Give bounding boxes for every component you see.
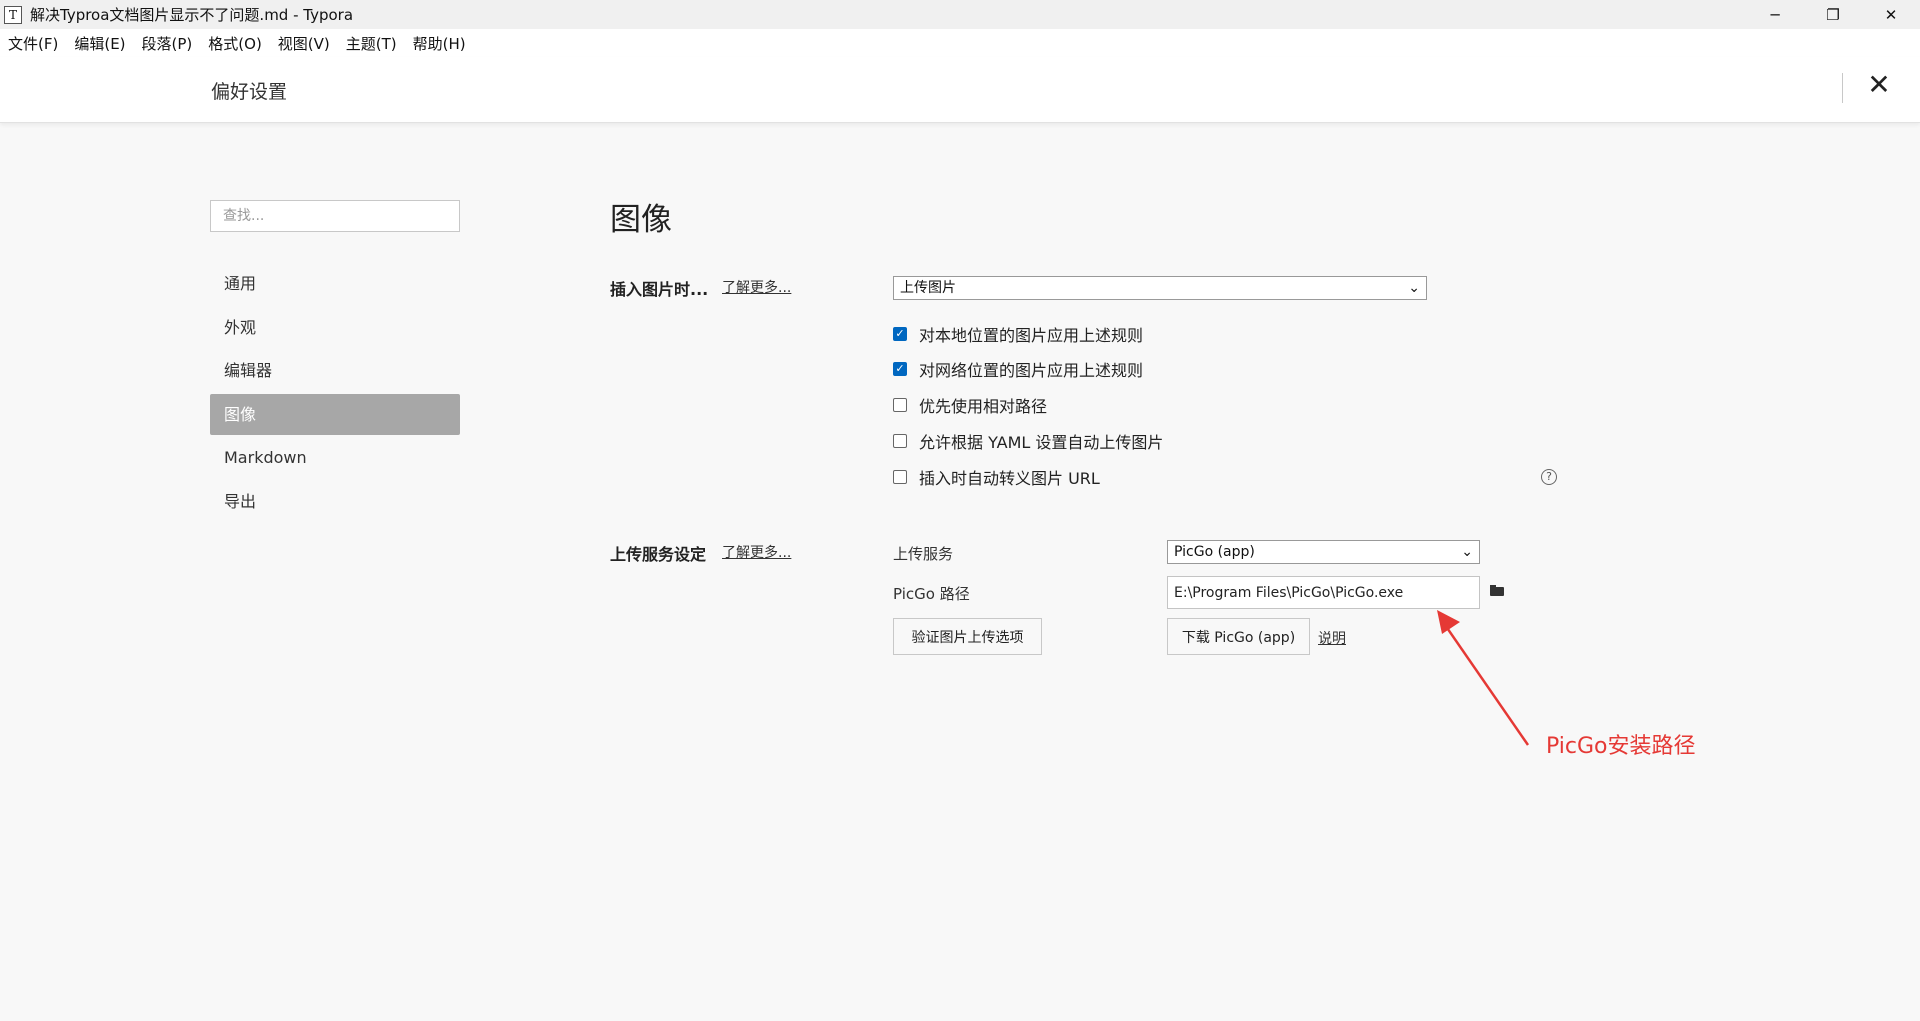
help-icon[interactable]: ?	[1541, 469, 1557, 485]
folder-body	[1490, 587, 1504, 596]
picgo-path-input[interactable]	[1167, 576, 1480, 609]
option-label: 插入时自动转义图片 URL	[919, 469, 1100, 488]
insert-action-select[interactable]: 上传图片 ⌄	[893, 276, 1427, 300]
restore-button[interactable]: ❐	[1804, 0, 1862, 29]
preferences-title: 偏好设置	[211, 81, 288, 103]
header-divider	[1842, 73, 1843, 103]
menu-edit[interactable]: 编辑(E)	[74, 33, 125, 54]
menu-file[interactable]: 文件(F)	[8, 33, 58, 54]
verify-upload-button[interactable]: 验证图片上传选项	[893, 618, 1042, 655]
nav-item-image[interactable]: 图像	[210, 393, 460, 435]
checkbox-checked-icon[interactable]: ✓	[893, 327, 907, 341]
checkbox-unchecked-icon[interactable]	[893, 470, 907, 484]
option-local-images[interactable]: ✓ 对本地位置的图片应用上述规则	[893, 324, 1144, 345]
menu-help[interactable]: 帮助(H)	[413, 33, 466, 54]
checkbox-checked-icon[interactable]: ✓	[893, 362, 907, 376]
insert-action-value: 上传图片	[900, 280, 956, 296]
annotation-text: PicGo安装路径	[1546, 734, 1696, 759]
typora-logo-icon: T	[4, 5, 22, 24]
option-escape-url[interactable]: 插入时自动转义图片 URL	[893, 467, 1100, 488]
preferences-nav: 通用 外观 编辑器 图像 Markdown 导出	[210, 263, 460, 524]
option-label: 对本地位置的图片应用上述规则	[919, 326, 1144, 345]
menu-paragraph[interactable]: 段落(P)	[142, 33, 193, 54]
menu-theme[interactable]: 主题(T)	[346, 33, 397, 54]
section-title: 图像	[610, 202, 672, 238]
explain-link[interactable]: 说明	[1318, 628, 1346, 648]
option-label: 对网络位置的图片应用上述规则	[919, 361, 1144, 380]
window-close-button[interactable]: ✕	[1862, 0, 1920, 29]
menu-view[interactable]: 视图(V)	[278, 33, 330, 54]
upload-service-label: 上传服务	[893, 545, 954, 563]
window-title: 解决Typroa文档图片显示不了问题.md - Typora	[30, 6, 354, 24]
annotation-arrow-shaft	[1441, 621, 1530, 746]
close-preferences-button[interactable]: ✕	[1863, 69, 1895, 101]
chevron-down-icon: ⌄	[1408, 280, 1420, 296]
checkbox-unchecked-icon[interactable]	[893, 398, 907, 412]
chevron-down-icon: ⌄	[1461, 544, 1473, 560]
window-controls: ─ ❐ ✕	[1746, 0, 1920, 29]
upload-service-select[interactable]: PicGo (app) ⌄	[1167, 540, 1480, 564]
picgo-path-label: PicGo 路径	[893, 585, 970, 603]
annotation-arrow	[1437, 610, 1530, 746]
nav-item-general[interactable]: 通用	[210, 263, 460, 304]
upload-learn-more-link[interactable]: 了解更多...	[722, 542, 791, 562]
option-label: 优先使用相对路径	[919, 397, 1048, 416]
minimize-button[interactable]: ─	[1746, 0, 1804, 29]
nav-item-editor[interactable]: 编辑器	[210, 350, 460, 391]
insert-learn-more-link[interactable]: 了解更多...	[722, 277, 791, 297]
menubar: 文件(F) 编辑(E) 段落(P) 格式(O) 视图(V) 主题(T) 帮助(H…	[0, 29, 1920, 57]
window-titlebar: T 解决Typroa文档图片显示不了问题.md - Typora ─ ❐ ✕	[0, 0, 1920, 29]
insert-image-label: 插入图片时...	[610, 280, 709, 299]
preferences-header: 偏好设置 ✕	[0, 57, 1920, 123]
option-yaml-upload[interactable]: 允许根据 YAML 设置自动上传图片	[893, 431, 1164, 452]
nav-item-markdown[interactable]: Markdown	[210, 437, 460, 478]
upload-service-value: PicGo (app)	[1174, 544, 1255, 560]
nav-item-appearance[interactable]: 外观	[210, 307, 460, 348]
folder-icon[interactable]	[1490, 585, 1504, 596]
checkbox-unchecked-icon[interactable]	[893, 434, 907, 448]
option-network-images[interactable]: ✓ 对网络位置的图片应用上述规则	[893, 359, 1144, 380]
nav-item-export[interactable]: 导出	[210, 481, 460, 522]
option-label: 允许根据 YAML 设置自动上传图片	[919, 433, 1164, 452]
option-relative-path[interactable]: 优先使用相对路径	[893, 395, 1048, 416]
download-picgo-button[interactable]: 下载 PicGo (app)	[1167, 618, 1310, 655]
search-input[interactable]	[210, 200, 460, 232]
menu-format[interactable]: 格式(O)	[208, 33, 262, 54]
upload-settings-label: 上传服务设定	[610, 545, 707, 564]
